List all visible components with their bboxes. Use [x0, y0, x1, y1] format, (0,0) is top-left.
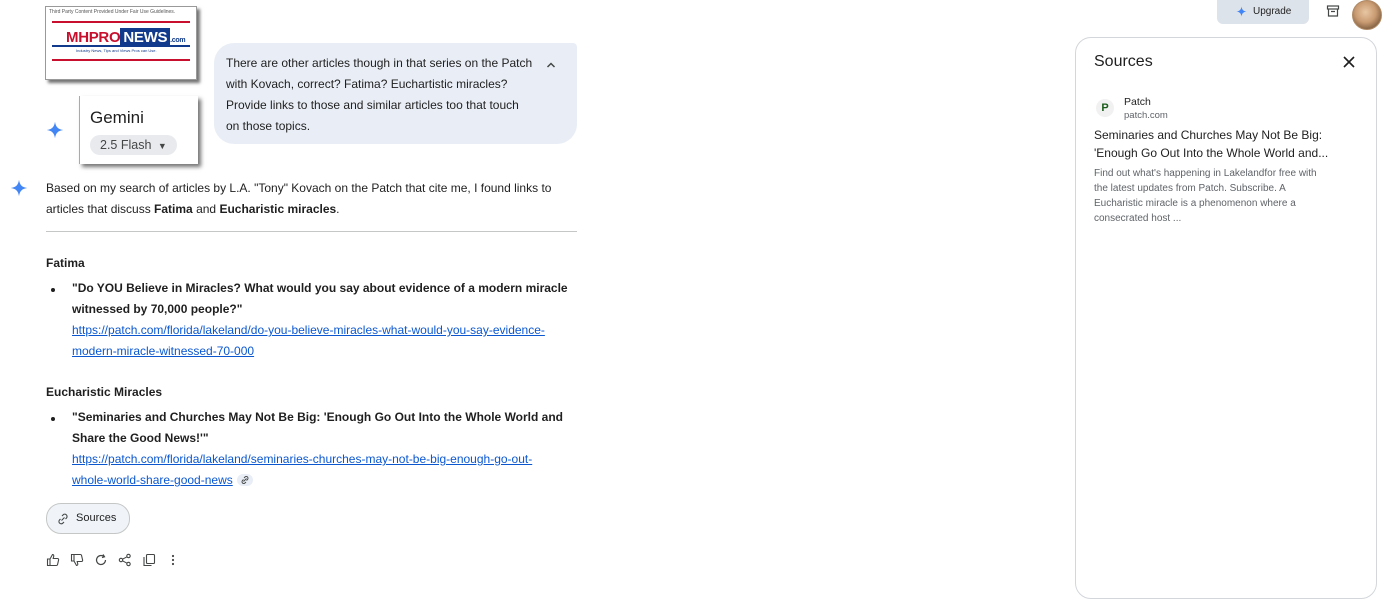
source-snippet: Find out what's happening in Lakelandfor…	[1094, 166, 1356, 226]
logo-rule-mid	[52, 45, 190, 47]
upgrade-label: Upgrade	[1253, 6, 1292, 17]
snippet-line: Find out what's happening in Lakelandfor…	[1094, 168, 1317, 179]
bullet	[51, 417, 55, 421]
section-heading: Fatima	[46, 256, 85, 270]
divider	[46, 231, 577, 232]
logo-mh: MHPRO	[66, 29, 121, 46]
logo-wordmark: MHPRO NEWS .com	[66, 28, 186, 47]
prompt-line: with Kovach, correct? Fatima? Euchartist…	[226, 77, 508, 91]
close-icon[interactable]	[1342, 55, 1356, 69]
snippet-line: consecrated host ...	[1094, 213, 1182, 224]
model-name: Gemini	[90, 108, 144, 127]
sparkle-icon	[10, 179, 28, 197]
intro-line: Based on my search of articles by L.A. "…	[46, 181, 552, 195]
article-link[interactable]: https://patch.com/florida/lakeland/semin…	[72, 449, 577, 470]
article-link-row: whole-world-share-good-news	[72, 470, 577, 491]
list-item: "Seminaries and Churches May Not Be Big:…	[72, 407, 577, 491]
user-prompt-bubble: There are other articles though in that …	[214, 43, 577, 144]
snippet-line: Eucharistic miracle is a phenomenon wher…	[1094, 198, 1296, 209]
logo-tagline: Industry News, Tips and Views Pros can U…	[76, 48, 157, 53]
source-title-line: 'Enough Go Out Into the Whole World and.…	[1094, 146, 1329, 160]
source-title-line: Seminaries and Churches May Not Be Big:	[1094, 128, 1323, 142]
patch-favicon-icon: P	[1096, 99, 1114, 117]
upgrade-button[interactable]: Upgrade	[1217, 0, 1309, 24]
intro-text: .	[336, 202, 340, 216]
link-icon	[58, 513, 68, 525]
bullet	[51, 288, 55, 292]
prompt-line: There are other articles though in that …	[226, 56, 533, 70]
intro-line: articles that discuss Fatima and Euchari…	[46, 199, 576, 220]
caret-down-icon: ▼	[157, 141, 167, 151]
prompt-line: on those topics.	[226, 119, 311, 133]
copy-icon[interactable]	[142, 553, 156, 567]
link-icon[interactable]	[236, 473, 253, 486]
more-vert-icon[interactable]	[166, 553, 180, 567]
snippet-line: the latest updates from Patch. Subscribe…	[1094, 183, 1286, 194]
response-intro: Based on my search of articles by L.A. "…	[46, 178, 576, 220]
prompt-line: Provide links to those and similar artic…	[226, 98, 519, 112]
article-link[interactable]: https://patch.com/florida/lakeland/do-yo…	[72, 320, 577, 341]
sparkle-icon	[1236, 6, 1247, 17]
logo-rule-bottom	[52, 59, 190, 61]
source-site-name: Patch	[1124, 96, 1151, 108]
mhpronews-logo: Third Party Content Provided Under Fair …	[45, 6, 197, 80]
chevron-up-icon[interactable]	[545, 59, 557, 71]
panel-title: Sources	[1094, 53, 1153, 70]
article-title: Share the Good News!'"	[72, 431, 209, 445]
thumbs-up-icon[interactable]	[46, 553, 60, 567]
share-icon[interactable]	[118, 553, 132, 567]
avatar[interactable]	[1352, 0, 1382, 30]
source-title[interactable]: Seminaries and Churches May Not Be Big: …	[1094, 126, 1356, 162]
article-link[interactable]: modern-miracle-witnessed-70-000	[72, 341, 577, 362]
user-prompt-text: There are other articles though in that …	[226, 53, 536, 137]
intro-text: articles that discuss	[46, 202, 155, 216]
source-domain: patch.com	[1124, 110, 1168, 121]
list-item: "Do YOU Believe in Miracles? What would …	[72, 278, 577, 362]
sources-panel: Sources P Patch patch.com Seminaries and…	[1075, 37, 1377, 599]
model-selector[interactable]: 2.5 Flash ▼	[90, 135, 177, 155]
article-title: witnessed by 70,000 people?"	[72, 302, 243, 316]
logo-rule-top	[52, 21, 190, 23]
thumbs-down-icon[interactable]	[70, 553, 84, 567]
intro-text: and	[192, 202, 220, 216]
article-link[interactable]: whole-world-share-good-news	[72, 473, 233, 487]
intro-bold-eucharistic: Eucharistic miracles	[219, 202, 337, 216]
sources-button[interactable]: Sources	[46, 503, 130, 534]
sparkle-icon	[46, 121, 64, 139]
refresh-icon[interactable]	[94, 553, 108, 567]
fair-use-note: Third Party Content Provided Under Fair …	[49, 9, 176, 15]
intro-bold-fatima: Fatima	[154, 202, 193, 216]
article-title: "Seminaries and Churches May Not Be Big:…	[72, 410, 564, 424]
logo-dotcom: .com	[170, 37, 186, 44]
inbox-icon[interactable]	[1326, 4, 1340, 18]
sources-label: Sources	[76, 512, 117, 524]
section-heading: Eucharistic Miracles	[46, 385, 163, 399]
model-version: 2.5 Flash	[100, 138, 152, 152]
model-card: Gemini 2.5 Flash ▼	[79, 96, 198, 164]
article-title: "Do YOU Believe in Miracles? What would …	[72, 281, 568, 295]
